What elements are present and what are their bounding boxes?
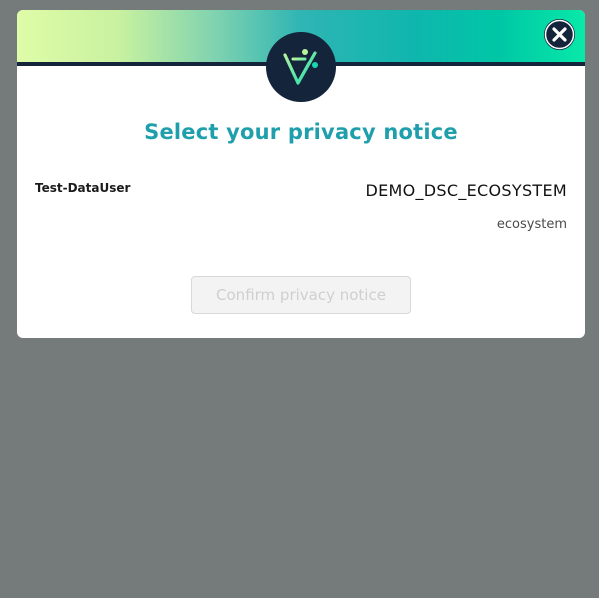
user-label: Test-DataUser (35, 181, 131, 195)
close-button[interactable] (544, 19, 575, 50)
modal-title: Select your privacy notice (144, 120, 458, 144)
privacy-notice-type: ecosystem (496, 217, 567, 232)
close-icon (544, 19, 575, 50)
confirm-privacy-notice-button[interactable]: Confirm privacy notice (191, 276, 411, 314)
visions-logo-icon (266, 32, 336, 102)
privacy-notice-modal: Select your privacy notice Test-DataUser… (17, 10, 585, 338)
privacy-notice-name[interactable]: DEMO_DSC_ECOSYSTEM (365, 181, 567, 200)
